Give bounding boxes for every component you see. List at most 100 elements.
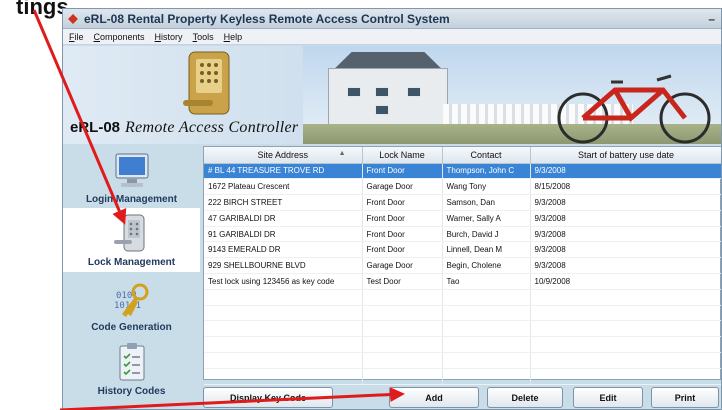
- table-header-row: Site Address ▲ Lock Name Contact Start of…: [204, 147, 721, 164]
- cell-site-address: [204, 289, 363, 306]
- cell-battery-date: 9/3/2008: [530, 226, 721, 243]
- cell-contact: [442, 352, 531, 369]
- table-row[interactable]: 1672 Plateau Crescent Garage Door Wang Ton…: [204, 178, 721, 196]
- cell-contact: [442, 289, 531, 306]
- cell-lock-name: [362, 368, 443, 385]
- cell-contact: Samson, Dan: [442, 194, 531, 211]
- cell-lock-name: Front Door: [362, 163, 443, 180]
- cell-lock-name: [362, 305, 443, 322]
- cell-contact: [442, 336, 531, 354]
- keypad-lock-icon: [113, 214, 144, 252]
- sidebar-item-history-codes[interactable]: History Codes: [63, 336, 200, 400]
- product-model: eRL-08: [70, 119, 121, 136]
- table-row[interactable]: 222 BIRCH STREET Front Door Samson, Dan 9/3…: [204, 194, 721, 211]
- menu-history[interactable]: History: [155, 32, 183, 42]
- table-row[interactable]: 91 GARIBALDI DR Front Door Burch, David J9…: [204, 226, 721, 243]
- column-header-site-address[interactable]: Site Address ▲: [204, 147, 363, 164]
- cell-contact: Begin, Cholene: [442, 257, 531, 275]
- menu-tools[interactable]: Tools: [193, 32, 214, 42]
- keypad-lock-image: [183, 51, 230, 115]
- display-key-code-button[interactable]: Display Key Code: [203, 387, 333, 408]
- cell-battery-date: [530, 289, 721, 306]
- cell-site-address: 929 SHELLBOURNE BLVD: [204, 257, 363, 275]
- cell-contact: Tao: [442, 273, 531, 290]
- sidebar-item-lock-management[interactable]: Lock Management: [63, 208, 200, 272]
- column-header-label: Site Address: [257, 149, 309, 160]
- cell-battery-date: [530, 305, 721, 322]
- house-window: [375, 87, 389, 97]
- cell-site-address: 222 BIRCH STREET: [204, 194, 363, 211]
- house-window: [407, 87, 421, 97]
- table-row[interactable]: [204, 320, 721, 338]
- product-logo: eRL-08 Remote Access Controller: [70, 119, 298, 137]
- cell-site-address: 1672 Plateau Crescent: [204, 178, 363, 196]
- window-title: eRL-08 Rental Property Keyless Remote Ac…: [84, 11, 450, 26]
- cell-lock-name: [362, 352, 443, 369]
- beach-house-image: [328, 68, 448, 128]
- cell-lock-name: Front Door: [362, 194, 443, 211]
- cell-battery-date: 8/15/2008: [530, 178, 721, 196]
- table-row[interactable]: Test lock using 123456 as key code Test D…: [204, 273, 721, 290]
- table-row[interactable]: # BL 44 TREASURE TROVE RD Front Door Thomp…: [204, 163, 721, 180]
- menu-bar: File Components History Tools Help: [63, 29, 721, 45]
- bicycle-image: [557, 74, 711, 144]
- app-window: eRL-08 Rental Property Keyless Remote Ac…: [62, 8, 722, 410]
- cell-contact: [442, 320, 531, 338]
- house-window: [347, 87, 361, 97]
- menu-file[interactable]: File: [69, 32, 84, 42]
- sidebar-item-code-generation[interactable]: 0101 10101 Code Generation: [63, 272, 200, 336]
- cell-site-address: [204, 336, 363, 354]
- column-header-lock-name[interactable]: Lock Name: [362, 147, 443, 164]
- menu-components[interactable]: Components: [94, 32, 145, 42]
- cell-contact: Thompson, John C: [442, 163, 531, 180]
- column-header-battery-date[interactable]: Start of battery use date: [530, 147, 721, 164]
- computer-monitor-icon: [115, 153, 148, 187]
- delete-button[interactable]: Delete: [487, 387, 563, 408]
- table-row[interactable]: 929 SHELLBOURNE BLVD Garage Door Begin, Ch…: [204, 257, 721, 275]
- sidebar-item-login-management[interactable]: Login Management: [63, 144, 200, 208]
- cell-battery-date: [530, 336, 721, 354]
- print-button[interactable]: Print: [651, 387, 719, 408]
- menu-help[interactable]: Help: [224, 32, 243, 42]
- cell-battery-date: 9/3/2008: [530, 210, 721, 227]
- cell-site-address: 47 GARIBALDI DR: [204, 210, 363, 227]
- column-header-contact[interactable]: Contact: [442, 147, 531, 164]
- minimize-button[interactable]: –: [708, 12, 715, 26]
- cell-lock-name: [362, 320, 443, 338]
- cell-battery-date: 9/3/2008: [530, 163, 721, 180]
- table-row[interactable]: [204, 368, 721, 385]
- table-row[interactable]: [204, 352, 721, 369]
- table-row[interactable]: [204, 289, 721, 306]
- lock-table: Site Address ▲ Lock Name Contact Start of…: [203, 146, 721, 385]
- clipboard-checklist-icon: [119, 343, 144, 381]
- cell-battery-date: 10/9/2008: [530, 273, 721, 290]
- house-window: [375, 105, 389, 115]
- product-tagline: Remote Access Controller: [125, 119, 299, 136]
- cell-lock-name: Front Door: [362, 241, 443, 259]
- sidebar-item-label: Login Management: [85, 194, 178, 205]
- cell-site-address: [204, 320, 363, 338]
- cell-contact: [442, 368, 531, 385]
- cell-contact: Burch, David J: [442, 226, 531, 243]
- cell-battery-date: 9/3/2008: [530, 241, 721, 259]
- cell-contact: Wang Tony: [442, 178, 531, 196]
- table-row[interactable]: 47 GARIBALDI DR Front Door Warner, Sally A…: [204, 210, 721, 227]
- sidebar: Login Management Lock Management 0101 10…: [63, 144, 200, 409]
- sort-ascending-icon: ▲: [338, 150, 346, 157]
- action-buttons: Display Key Code Add Delete Edit Print: [203, 387, 721, 409]
- cell-lock-name: Garage Door: [362, 178, 443, 196]
- cell-battery-date: [530, 320, 721, 338]
- table-row[interactable]: [204, 305, 721, 322]
- edit-button[interactable]: Edit: [573, 387, 643, 408]
- app-logo-icon: [67, 13, 79, 25]
- cell-site-address: [204, 352, 363, 369]
- cell-site-address: # BL 44 TREASURE TROVE RD: [204, 163, 363, 180]
- cell-battery-date: [530, 368, 721, 385]
- table-row[interactable]: 9143 EMERALD DR Front Door Linnell, Dean M…: [204, 241, 721, 259]
- key-binary-icon: 0101 10101: [114, 283, 148, 317]
- add-button[interactable]: Add: [389, 387, 479, 408]
- cell-contact: Linnell, Dean M: [442, 241, 531, 259]
- cell-lock-name: Front Door: [362, 226, 443, 243]
- table-row[interactable]: [204, 336, 721, 354]
- header-banner: eRL-08 Remote Access Controller: [63, 46, 721, 144]
